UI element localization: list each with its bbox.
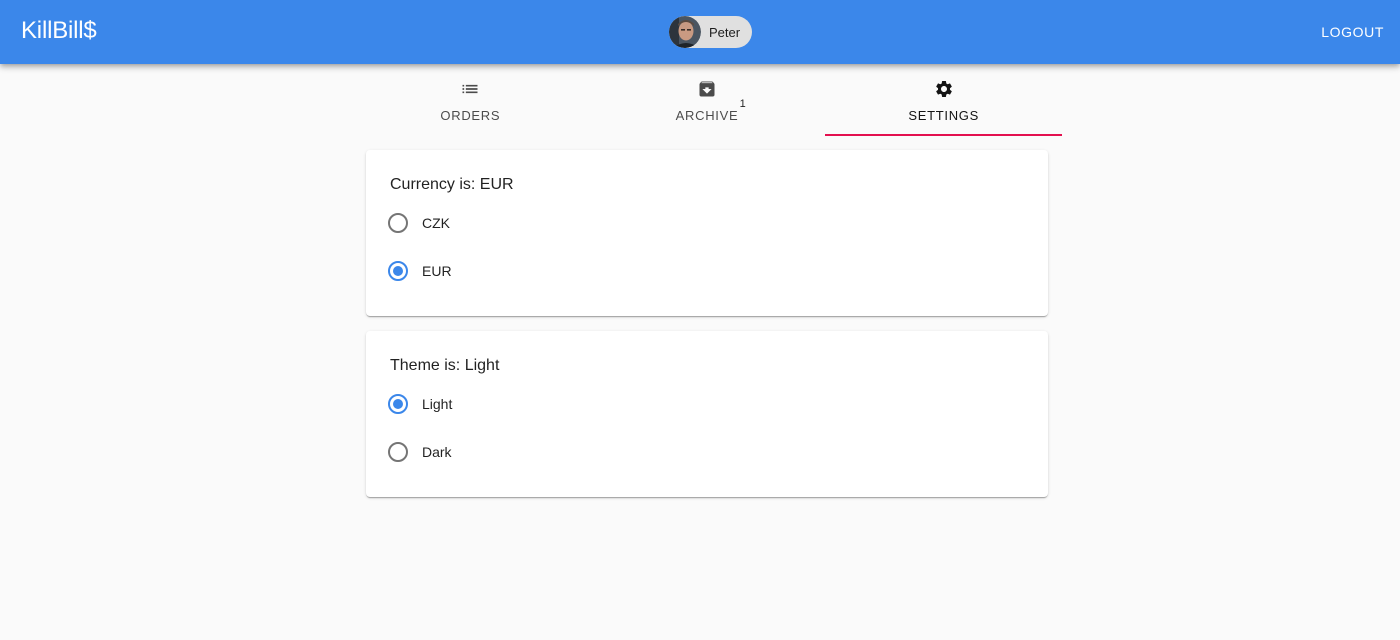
option-label: Dark: [422, 444, 452, 460]
tab-settings-label: SETTINGS: [908, 108, 979, 123]
app-bar: KillBill$ Peter LOGOUT: [0, 0, 1400, 64]
option-label: EUR: [422, 263, 452, 279]
theme-card: Theme is: Light Light Dark: [366, 331, 1048, 497]
radio-eur[interactable]: [388, 261, 408, 281]
tab-archive-label: ARCHIVE: [675, 108, 739, 123]
archive-icon: [699, 81, 715, 97]
tab-orders-label: ORDERS: [440, 108, 501, 123]
archive-count-badge: 1: [739, 98, 746, 110]
currency-card: Currency is: EUR CZK EUR: [366, 150, 1048, 316]
option-label: Light: [422, 396, 453, 412]
radio-light[interactable]: [388, 394, 408, 414]
theme-title: Theme is: Light: [390, 357, 500, 374]
tab-orders[interactable]: ORDERS: [352, 64, 589, 136]
tab-settings[interactable]: SETTINGS: [825, 64, 1062, 136]
currency-option-czk[interactable]: CZK: [388, 209, 450, 237]
radio-czk[interactable]: [388, 213, 408, 233]
app-title: KillBill$: [21, 17, 97, 44]
user-avatar: [669, 16, 701, 48]
list-icon: [462, 84, 478, 94]
tab-archive[interactable]: ARCHIVE 1: [589, 64, 826, 136]
logout-button[interactable]: LOGOUT: [1317, 14, 1388, 50]
radio-dark[interactable]: [388, 442, 408, 462]
user-chip[interactable]: Peter: [669, 16, 753, 48]
currency-title: Currency is: EUR: [390, 176, 514, 193]
theme-option-dark[interactable]: Dark: [388, 438, 452, 466]
user-name: Peter: [709, 24, 741, 40]
tab-bar: ORDERS ARCHIVE 1 SETTINGS: [352, 64, 1062, 136]
theme-option-light[interactable]: Light: [388, 390, 452, 418]
gear-icon: [935, 81, 952, 97]
currency-option-eur[interactable]: EUR: [388, 257, 452, 285]
active-tab-indicator: [825, 134, 1062, 136]
option-label: CZK: [422, 215, 450, 231]
